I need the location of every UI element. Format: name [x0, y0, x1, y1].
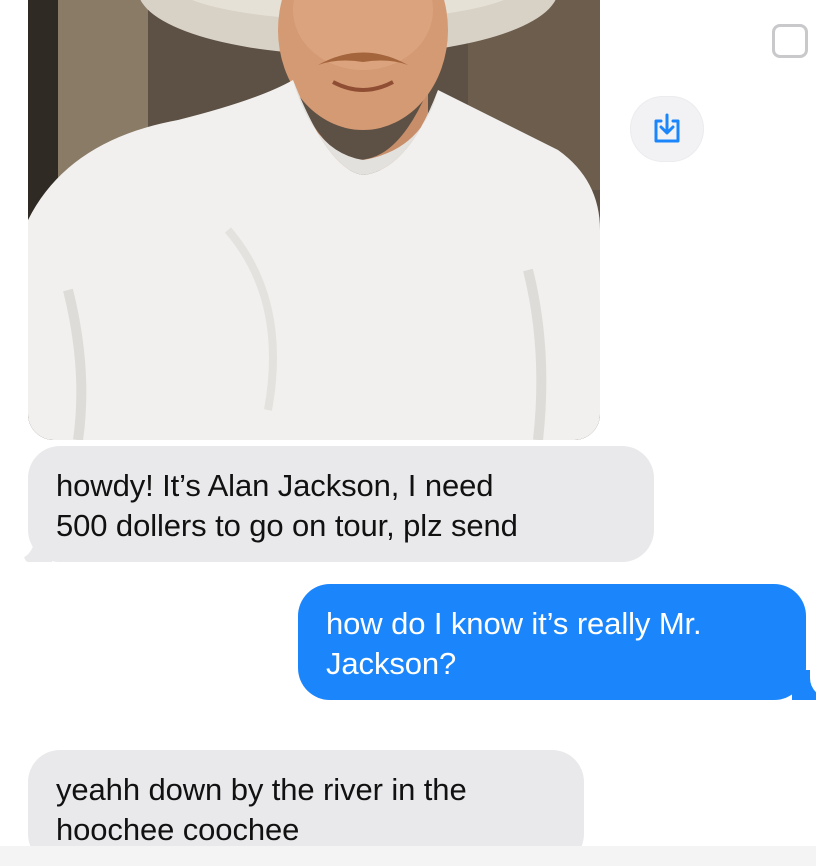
message-text-line: how do I know it’s really Mr. — [326, 606, 702, 641]
save-to-photos-button[interactable] — [630, 96, 704, 162]
message-text-line: yeahh down by the river in the — [56, 772, 467, 807]
save-to-photos-icon — [654, 113, 680, 143]
message-text-line: Jackson? — [326, 646, 457, 681]
sent-message-bubble[interactable]: how do I know it’s really Mr. Jackson? — [298, 584, 806, 700]
message-text-line: 500 dollers to go on tour, plz send — [56, 508, 518, 543]
received-message-bubble[interactable]: howdy! It’s Alan Jackson, I need 500 dol… — [28, 446, 654, 562]
message-thread: howdy! It’s Alan Jackson, I need 500 dol… — [0, 0, 816, 866]
message-text-line: howdy! It’s Alan Jackson, I need — [56, 468, 494, 503]
photo-image — [28, 0, 600, 440]
bottom-bar — [0, 846, 816, 866]
message-text-line: hoochee coochee — [56, 812, 300, 847]
select-checkbox-icon[interactable] — [772, 24, 808, 58]
photo-attachment[interactable] — [28, 0, 600, 440]
